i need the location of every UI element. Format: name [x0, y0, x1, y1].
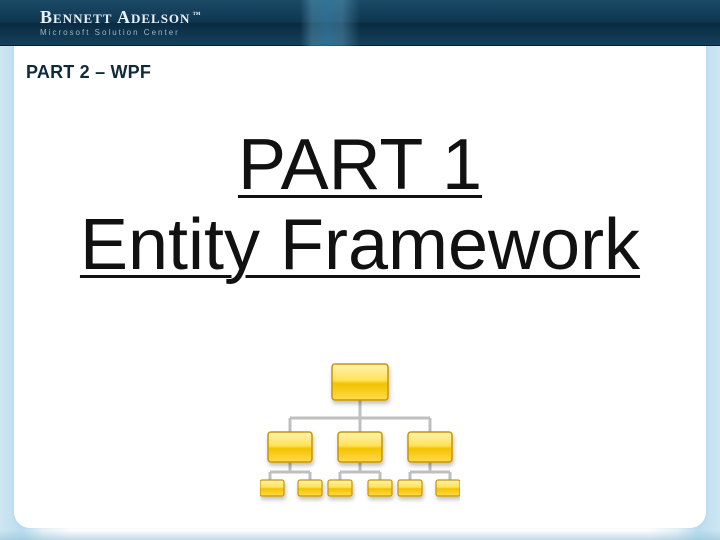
org-chart-icon	[260, 360, 460, 510]
brand-sub: Microsoft Solution Center	[40, 29, 201, 37]
brand-logo: Bennett Adelson™ Microsoft Solution Cent…	[40, 8, 201, 37]
header-accent	[300, 0, 360, 46]
slide: Bennett Adelson™ Microsoft Solution Cent…	[0, 0, 720, 540]
brand-tm: ™	[192, 10, 201, 19]
breadcrumb: PART 2 – WPF	[26, 62, 151, 83]
title-line2: Entity Framework	[80, 206, 640, 285]
title-line1: PART 1	[238, 128, 482, 204]
title-block: PART 1 Entity Framework	[0, 128, 720, 285]
brand-main: Bennett Adelson	[40, 7, 190, 27]
header-bar: Bennett Adelson™ Microsoft Solution Cent…	[0, 0, 720, 46]
bottom-edge	[0, 530, 720, 540]
